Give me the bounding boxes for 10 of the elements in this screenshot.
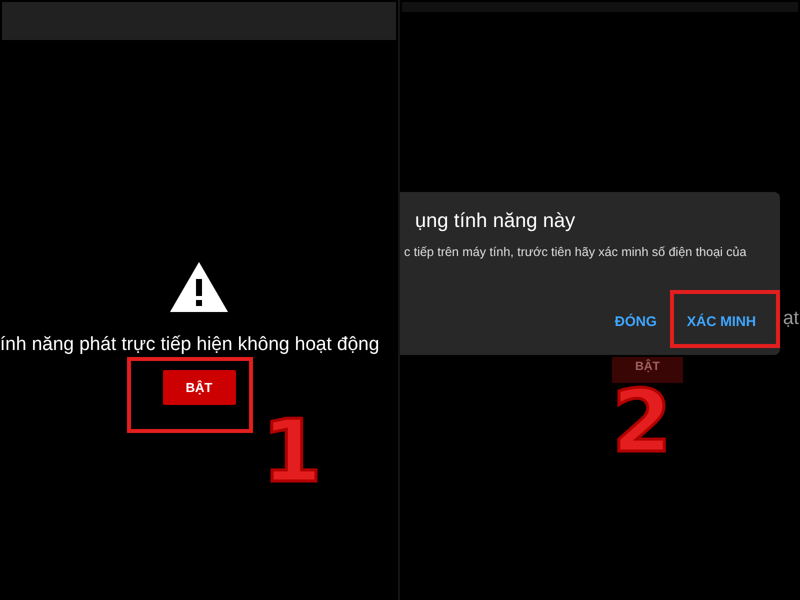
warning-icon — [170, 262, 228, 312]
dialog-title: ụng tính năng này — [415, 210, 576, 233]
dialog-body: c tiếp trên máy tính, trước tiên hãy xác minh số điện thoại của — [404, 245, 748, 259]
warning-message: ính năng phát trực tiếp hiện không hoạt động — [0, 334, 380, 356]
enable-button[interactable]: BẬT — [162, 370, 236, 405]
step-number: 1 — [262, 418, 322, 487]
background-text: ạt — [783, 308, 799, 330]
dialog-button[interactable]: ĐÓNG — [614, 313, 657, 329]
dialog-button[interactable]: XÁC MINH — [686, 313, 756, 329]
step-number: 2 — [612, 388, 672, 457]
